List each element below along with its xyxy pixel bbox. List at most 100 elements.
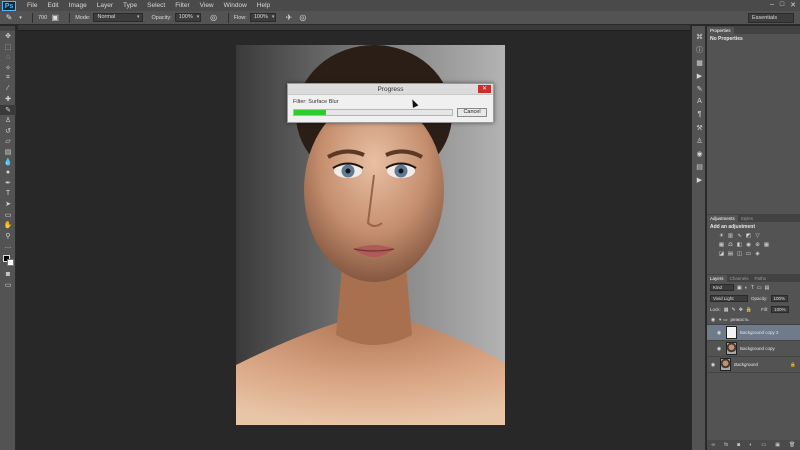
airbrush-icon[interactable]: ✈ (284, 13, 294, 23)
screen-mode-icon[interactable]: ▭ (0, 280, 16, 291)
history-icon[interactable]: ⌘ (692, 30, 707, 43)
new-group-icon[interactable]: ▭ (761, 442, 766, 448)
brush-size-value[interactable]: 700 (38, 15, 47, 21)
visibility-eye-icon[interactable]: ◉ (709, 362, 717, 368)
brush-tool-icon[interactable]: ✎ (4, 13, 14, 23)
tab-paths[interactable]: Paths (752, 275, 770, 282)
gradient-tool-icon[interactable]: ▤ (0, 147, 16, 158)
color-balance-icon[interactable]: ⚖ (727, 242, 734, 249)
visibility-eye-icon[interactable]: ◉ (715, 346, 723, 352)
layer-group-row[interactable]: ◉ ▾ ▭ резкость (707, 315, 800, 325)
tab-channels[interactable]: Channels (727, 275, 752, 282)
menu-layer[interactable]: Layer (92, 2, 118, 9)
new-layer-icon[interactable]: ▣ (775, 442, 780, 448)
healing-brush-tool-icon[interactable]: ✚ (0, 94, 16, 105)
chevron-down-icon[interactable]: ▾ (18, 13, 23, 23)
tool-presets-icon[interactable]: ⚒ (692, 121, 707, 134)
more-tools-icon[interactable]: … (0, 241, 16, 252)
filter-shape-icon[interactable]: ▭ (757, 285, 762, 291)
background-color-swatch[interactable] (7, 258, 14, 266)
history-brush-tool-icon[interactable]: ↺ (0, 126, 16, 137)
type-tool-icon[interactable]: T (0, 189, 16, 200)
expand-arrow-icon[interactable]: ▾ (719, 317, 721, 323)
fill-value[interactable]: 100% (771, 306, 789, 313)
posterize-icon[interactable]: ▤ (727, 251, 734, 258)
dodge-tool-icon[interactable]: ● (0, 168, 16, 179)
curves-icon[interactable]: ∿ (736, 233, 743, 240)
mode-select[interactable]: Normal ▾ (93, 13, 144, 22)
timeline-icon[interactable]: ▶ (692, 173, 707, 186)
lock-transparency-icon[interactable]: ▦ (724, 307, 729, 313)
clone-source-icon[interactable]: ♙ (692, 134, 707, 147)
lock-all-icon[interactable]: 🔒 (746, 307, 752, 313)
layer-opacity-value[interactable]: 100% (770, 295, 789, 302)
hand-tool-icon[interactable]: ✋ (0, 220, 16, 231)
menu-type[interactable]: Type (118, 2, 142, 9)
layer-style-icon[interactable]: fx (724, 442, 728, 448)
marquee-tool-icon[interactable]: ⬚ (0, 42, 16, 53)
paragraph-icon[interactable]: ¶ (692, 108, 707, 121)
brush-tool-icon[interactable]: ✎ (0, 104, 16, 115)
cancel-button[interactable]: Cancel (457, 108, 487, 117)
threshold-icon[interactable]: ◫ (736, 251, 743, 258)
brightness-contrast-icon[interactable]: ☀ (718, 233, 725, 240)
exposure-icon[interactable]: ◩ (745, 233, 752, 240)
maximize-icon[interactable]: □ (780, 1, 784, 9)
menu-file[interactable]: File (22, 2, 42, 9)
shape-tool-icon[interactable]: ▭ (0, 210, 16, 221)
minimize-icon[interactable]: – (770, 1, 774, 9)
filter-pixel-icon[interactable]: ▣ (737, 285, 742, 291)
lock-pixels-icon[interactable]: ✎ (732, 307, 736, 313)
filter-adjust-icon[interactable]: ◐ (745, 285, 748, 291)
add-mask-icon[interactable]: ◙ (737, 442, 740, 448)
crop-tool-icon[interactable]: ⌗ (0, 73, 16, 84)
swatches-icon[interactable]: ▦ (692, 56, 707, 69)
color-lookup-icon[interactable]: ▦ (763, 242, 770, 249)
brush-presets-icon[interactable]: ✎ (692, 82, 707, 95)
filter-type-icon[interactable]: T (751, 285, 754, 291)
new-adjustment-icon[interactable]: ◐ (749, 442, 752, 448)
menu-edit[interactable]: Edit (42, 2, 63, 9)
hue-saturation-icon[interactable]: ▦ (718, 242, 725, 249)
menu-window[interactable]: Window (219, 2, 252, 9)
layer-row[interactable]: ◉ Background copy 2 (707, 325, 800, 341)
invert-icon[interactable]: ◪ (718, 251, 725, 258)
brush-panel-icon[interactable]: ▣ (50, 13, 60, 23)
menu-select[interactable]: Select (142, 2, 170, 9)
pen-tool-icon[interactable]: ✒ (0, 178, 16, 189)
delete-layer-icon[interactable]: 🗑 (789, 442, 795, 448)
layer-row[interactable]: ◉ Background copy (707, 341, 800, 357)
visibility-eye-icon[interactable]: ◉ (709, 317, 717, 323)
blur-tool-icon[interactable]: 💧 (0, 157, 16, 168)
tab-layers[interactable]: Layers (707, 275, 727, 282)
black-white-icon[interactable]: ◧ (736, 242, 743, 249)
blend-mode-select[interactable]: Vivid Light (710, 295, 748, 302)
tab-properties[interactable]: Properties (707, 27, 734, 34)
selective-color-icon[interactable]: ◈ (754, 251, 761, 258)
info-icon[interactable]: ⓘ (692, 43, 707, 56)
color-swatches[interactable] (0, 254, 15, 270)
close-icon[interactable]: ✕ (478, 85, 491, 93)
menu-view[interactable]: View (195, 2, 219, 9)
opacity-field[interactable]: 100% ▾ (174, 13, 201, 22)
tab-adjustments[interactable]: Adjustments (707, 215, 738, 222)
lock-position-icon[interactable]: ✥ (739, 307, 743, 313)
dialog-title-bar[interactable]: Progress ✕ (288, 84, 493, 95)
character-icon[interactable]: A (692, 95, 707, 108)
flow-field[interactable]: 100% ▾ (249, 13, 276, 22)
actions-icon[interactable]: ▶ (692, 69, 707, 82)
navigator-icon[interactable]: ◉ (692, 147, 707, 160)
quick-mask-icon[interactable]: ◙ (0, 270, 16, 281)
move-tool-icon[interactable]: ✥ (0, 31, 16, 42)
lasso-tool-icon[interactable]: ◌ (0, 52, 16, 63)
tab-styles[interactable]: Styles (738, 215, 756, 222)
pressure-size-icon[interactable]: ◎ (298, 13, 308, 23)
pressure-opacity-icon[interactable]: ◎ (209, 13, 219, 23)
path-select-tool-icon[interactable]: ➤ (0, 199, 16, 210)
channel-mixer-icon[interactable]: ⊛ (754, 242, 761, 249)
link-layers-icon[interactable]: ∞ (712, 442, 716, 448)
vibrance-icon[interactable]: ▽ (754, 233, 761, 240)
workspace-select[interactable]: Essentials (748, 13, 794, 23)
menu-help[interactable]: Help (252, 2, 275, 9)
menu-image[interactable]: Image (64, 2, 92, 9)
